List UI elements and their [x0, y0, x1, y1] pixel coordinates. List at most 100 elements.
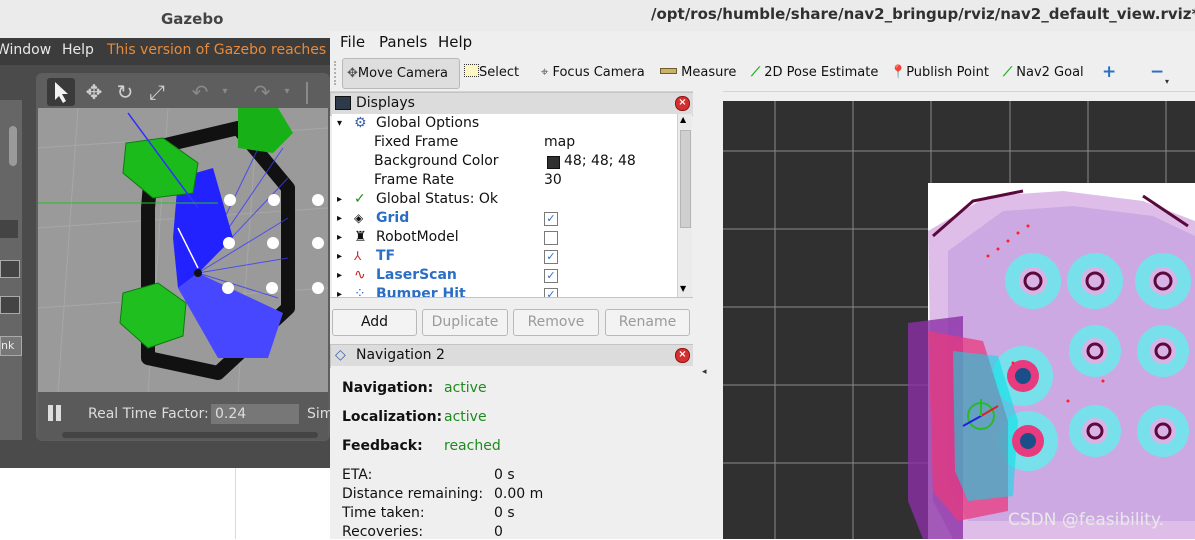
undo-dropdown-icon[interactable]: ▾ — [212, 79, 238, 105]
select-arrow-icon[interactable] — [47, 78, 75, 106]
tree-row-global-status[interactable]: ▸ ✓ Global Status: Ok — [332, 190, 677, 209]
close-icon[interactable]: × — [675, 96, 690, 111]
grid-checkbox[interactable]: ✓ — [544, 212, 558, 226]
select-tool[interactable]: Select — [464, 58, 519, 87]
bumper-hit-label: Bumper Hit — [376, 286, 466, 297]
tree-row-frame-rate[interactable]: Frame Rate 30 — [332, 171, 677, 190]
background-color-value[interactable]: 48; 48; 48 — [564, 152, 636, 171]
tree-row-global-options[interactable]: ▾ ⚙ Global Options — [332, 114, 677, 133]
pause-icon-bar — [56, 405, 61, 421]
left-panel-button[interactable]: nk — [0, 336, 22, 356]
divider — [235, 468, 236, 539]
expand-closed-icon[interactable]: ▸ — [337, 247, 342, 266]
expand-closed-icon[interactable]: ▸ — [337, 228, 342, 247]
pose-estimate-label: 2D Pose Estimate — [764, 65, 879, 80]
tf-checkbox[interactable]: ✓ — [544, 250, 558, 264]
gazebo-left-panel: nk — [0, 100, 22, 440]
localization-label: Localization: — [342, 409, 443, 425]
displays-scrollbar[interactable]: ▲ ▼ — [677, 114, 692, 297]
scale-icon[interactable]: ⤢ — [144, 79, 170, 105]
global-status-label: Global Status: Ok — [376, 191, 499, 207]
measure-label: Measure — [681, 65, 737, 80]
redo-icon[interactable]: ↷ — [249, 79, 275, 105]
expand-closed-icon[interactable]: ▸ — [337, 285, 342, 297]
duplicate-button[interactable]: Duplicate — [422, 309, 508, 336]
gazebo-bottom-bar: Real Time Factor: 0.24 Sim — [38, 392, 333, 440]
menu-help[interactable]: Help — [438, 33, 472, 51]
nav2-goal-tool[interactable]: ⟋ Nav2 Goal — [1003, 58, 1084, 87]
add-tool-icon[interactable]: + — [1102, 58, 1116, 87]
close-icon[interactable]: × — [675, 348, 690, 363]
expand-closed-icon[interactable]: ▸ — [337, 209, 342, 228]
left-panel-field[interactable] — [0, 296, 20, 314]
bumper-hit-checkbox[interactable]: ✓ — [544, 288, 558, 297]
add-button[interactable]: Add — [332, 309, 417, 336]
laserscan-checkbox[interactable]: ✓ — [544, 269, 558, 283]
fixed-frame-value[interactable]: map — [544, 133, 575, 152]
rviz-3d-viewport[interactable]: CSDN @feasibility. — [723, 101, 1195, 539]
translate-icon[interactable]: ✥ — [81, 79, 107, 105]
move-camera-icon: ✥ — [347, 66, 358, 81]
menu-file[interactable]: File — [340, 33, 365, 51]
axes-icon: ⅄ — [354, 249, 362, 263]
rviz-title-bar: /opt/ros/humble/share/nav2_bringup/rviz/… — [330, 0, 1195, 31]
collapse-arrow-icon[interactable]: ◂ — [702, 367, 707, 377]
toolbar-overflow-icon[interactable]: ▾ — [1165, 77, 1169, 86]
rotate-icon[interactable]: ↻ — [112, 79, 138, 105]
remove-button[interactable]: Remove — [513, 309, 599, 336]
focus-camera-tool[interactable]: ⌖ Focus Camera — [541, 58, 645, 87]
background-color-label: Background Color — [374, 153, 499, 169]
publish-point-tool[interactable]: 📍Publish Point — [890, 58, 989, 87]
measure-tool[interactable]: Measure — [660, 58, 736, 87]
focus-camera-icon: ⌖ — [541, 65, 549, 80]
update-notice: This version of Gazebo reaches e — [107, 42, 340, 58]
tree-row-robotmodel[interactable]: ▸ ♜ RobotModel — [332, 228, 677, 247]
checkmark-icon: ✓ — [354, 191, 366, 207]
move-camera-tool[interactable]: ✥Move Camera — [342, 58, 460, 89]
menu-help[interactable]: Help — [62, 42, 94, 58]
rename-button[interactable]: Rename — [605, 309, 690, 336]
laserscan-label: LaserScan — [376, 267, 457, 283]
tree-row-background-color[interactable]: Background Color 48; 48; 48 — [332, 152, 677, 171]
expand-closed-icon[interactable]: ▸ — [337, 266, 342, 285]
fixed-frame-label: Fixed Frame — [374, 134, 459, 150]
navigation-label: Navigation: — [342, 380, 434, 396]
eta-value: 0 s — [494, 467, 515, 483]
navigation-value: active — [444, 380, 487, 396]
frame-rate-value[interactable]: 30 — [544, 171, 562, 190]
left-panel-field[interactable] — [0, 260, 20, 278]
tree-row-laserscan[interactable]: ▸ ∿ LaserScan ✓ — [332, 266, 677, 285]
diamond-icon: ◇ — [335, 347, 346, 363]
gazebo-lower-area — [0, 468, 340, 539]
panel-splitter[interactable]: ◂ — [693, 91, 723, 539]
pose-estimate-tool[interactable]: ⟋ 2D Pose Estimate — [751, 58, 878, 87]
left-panel-field[interactable] — [0, 220, 18, 238]
color-swatch[interactable] — [547, 156, 560, 169]
robotmodel-checkbox[interactable] — [544, 231, 558, 245]
rtf-label: Real Time Factor: — [88, 406, 209, 422]
gazebo-scrollbar[interactable] — [62, 432, 318, 438]
redo-dropdown-icon[interactable]: ▾ — [274, 79, 300, 105]
gazebo-3d-view[interactable] — [38, 108, 328, 392]
expand-closed-icon[interactable]: ▸ — [337, 190, 342, 209]
tree-row-grid[interactable]: ▸ ◈ Grid ✓ — [332, 209, 677, 228]
left-panel-scrollbar[interactable] — [9, 126, 17, 166]
menu-panels[interactable]: Panels — [379, 33, 427, 51]
toolbar-grip — [334, 61, 338, 85]
tree-row-tf[interactable]: ▸ ⅄ TF ✓ — [332, 247, 677, 266]
pause-icon[interactable] — [48, 405, 53, 421]
time-taken-label: Time taken: — [342, 505, 425, 521]
undo-icon[interactable]: ↶ — [187, 79, 213, 105]
rviz-title: /opt/ros/humble/share/nav2_bringup/rviz/… — [651, 5, 1195, 23]
expand-open-icon[interactable]: ▾ — [337, 114, 342, 133]
tree-row-bumper-hit[interactable]: ▸ ⁘ Bumper Hit ✓ — [332, 285, 677, 297]
menu-window[interactable]: Window — [0, 42, 51, 58]
gazebo-scene — [38, 108, 328, 392]
scroll-up-icon[interactable]: ▲ — [680, 115, 686, 124]
scroll-thumb[interactable] — [680, 130, 691, 228]
tree-row-fixed-frame[interactable]: Fixed Frame map — [332, 133, 677, 152]
remove-tool-icon[interactable]: − — [1150, 58, 1164, 87]
gazebo-title-bar: Gazebo — [0, 0, 340, 38]
global-options-label: Global Options — [376, 115, 480, 131]
scroll-down-icon[interactable]: ▼ — [680, 284, 686, 293]
